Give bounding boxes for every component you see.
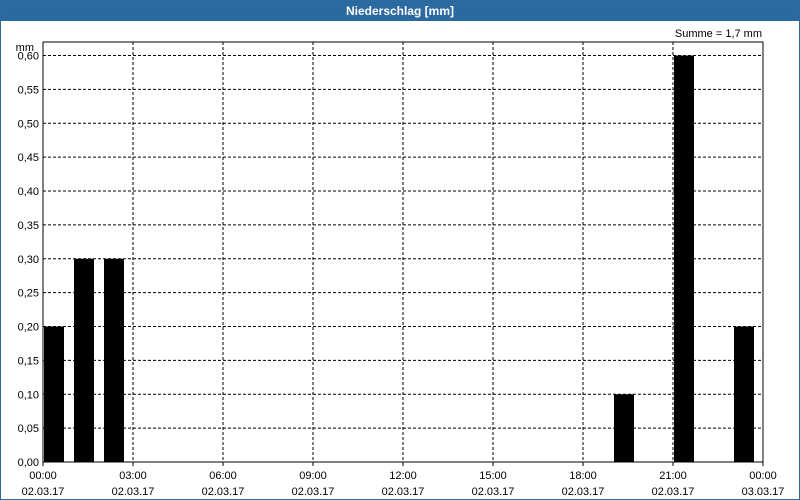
x-tick-date: 02.03.17 xyxy=(562,486,605,498)
y-tick-label: 0,50 xyxy=(18,118,39,130)
bar xyxy=(74,258,94,462)
precipitation-chart: 0,00 0,05 0,10 0,15 0,20 0,25 0,30 0,35 0,40 0,45… xyxy=(16,28,785,498)
y-tick-label: 0,30 xyxy=(18,254,39,266)
y-tick-label: 0,05 xyxy=(18,423,39,435)
bar xyxy=(44,326,64,462)
bar xyxy=(614,394,634,462)
x-tick-date: 02.03.17 xyxy=(202,486,245,498)
sum-annotation: Summe = 1,7 mm xyxy=(675,28,762,40)
y-tick-labels: 0,00 0,05 0,10 0,15 0,20 0,25 0,30 0,35 0,40 0,45… xyxy=(18,51,39,469)
x-tick-date: 02.03.17 xyxy=(382,486,425,498)
y-tick-label: 0,10 xyxy=(18,389,39,401)
x-tick-date: 02.03.17 xyxy=(112,486,155,498)
y-axis-label: mm xyxy=(16,42,34,54)
x-tick-date: 02.03.17 xyxy=(22,486,65,498)
x-tick-date: 03.03.17 xyxy=(742,486,785,498)
grid xyxy=(43,42,764,462)
bar xyxy=(104,258,124,462)
y-tick-label: 0,35 xyxy=(18,220,39,232)
bar xyxy=(734,326,754,462)
x-tick-time: 18:00 xyxy=(569,470,597,482)
chart-window: Niederschlag [mm] 0,00 0,05 0,10 0,15 0,20 0,… xyxy=(0,0,800,500)
x-tick-time: 06:00 xyxy=(209,470,237,482)
x-tick-time: 00:00 xyxy=(749,470,777,482)
y-tick-label: 0,00 xyxy=(18,457,39,469)
chart-title: Niederschlag [mm] xyxy=(1,1,799,21)
bar xyxy=(674,55,694,462)
x-tick-time: 15:00 xyxy=(479,470,507,482)
x-tick-date: 02.03.17 xyxy=(472,486,515,498)
x-tick-time: 12:00 xyxy=(389,470,417,482)
y-tick-label: 0,20 xyxy=(18,322,39,334)
x-tick-date: 02.03.17 xyxy=(292,486,335,498)
x-tick-date: 02.03.17 xyxy=(652,486,695,498)
x-tick-labels: 00:00 02.03.17 03:00 02.03.17 06:00 02.03.17 0… xyxy=(22,470,785,498)
y-tick-label: 0,40 xyxy=(18,186,39,198)
y-tick-label: 0,25 xyxy=(18,288,39,300)
y-tick-label: 0,15 xyxy=(18,355,39,367)
x-tick-time: 21:00 xyxy=(659,470,687,482)
x-tick-time: 09:00 xyxy=(299,470,327,482)
y-tick-label: 0,45 xyxy=(18,152,39,164)
y-tick-label: 0,55 xyxy=(18,84,39,96)
x-tick-time: 03:00 xyxy=(119,470,147,482)
x-tick-time: 00:00 xyxy=(29,470,57,482)
